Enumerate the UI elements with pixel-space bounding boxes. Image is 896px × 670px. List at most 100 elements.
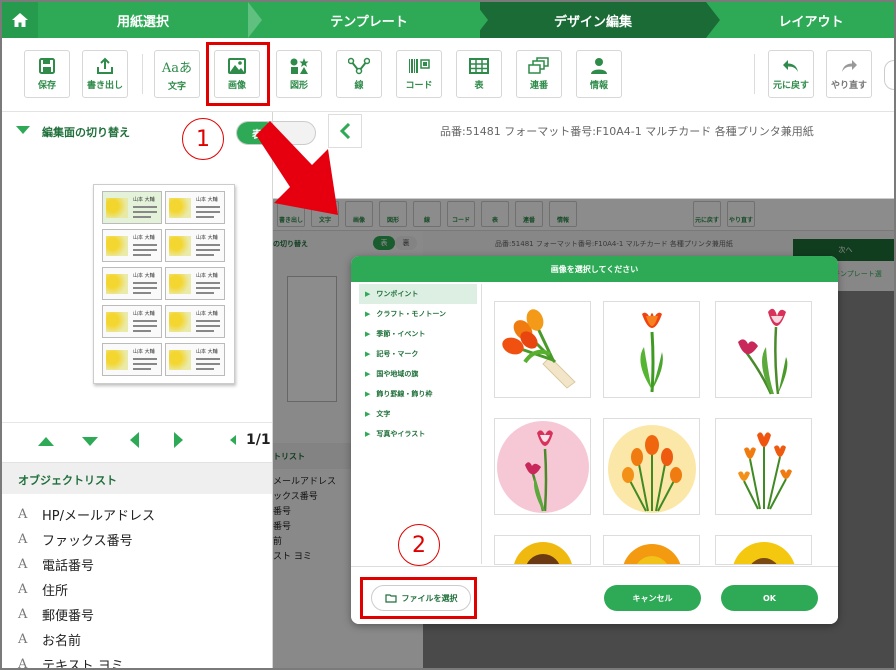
info-label: 情報 [589, 81, 608, 91]
serial-number-button[interactable]: 連番 [516, 50, 562, 98]
business-card-thumb: 山本 大輔 [165, 267, 225, 300]
card-name: 山本 大輔 [133, 235, 155, 241]
object-item-label: 電話番号 [42, 559, 95, 574]
step-template[interactable]: テンプレート [264, 2, 474, 38]
shape-button[interactable]: 図形 [276, 50, 322, 98]
save-button[interactable]: 保存 [24, 50, 70, 98]
business-card-thumb: 山本 大輔 [102, 191, 162, 224]
face-toggle-label: 編集面の切り替え [42, 126, 130, 139]
image-thumbnail-single-tulip[interactable] [603, 301, 700, 398]
line-button[interactable]: 線 [336, 50, 382, 98]
object-item[interactable]: A 住所 [2, 577, 272, 602]
export-button[interactable]: 書き出し [82, 50, 128, 98]
text-object-icon: A [18, 632, 28, 647]
home-button[interactable] [2, 2, 38, 38]
redo-button[interactable]: やり直す [826, 50, 872, 98]
category-label: 写真やイラスト [376, 430, 426, 438]
serial-number-icon [528, 57, 549, 74]
main-toolbar: 保存 書き出し Aaあ 文字 画像 図形 線 コード 表 連番 情報 元に戻す … [2, 38, 894, 112]
business-card-thumb: 山本 大輔 [102, 267, 162, 300]
page-indicator: 1/1 [246, 432, 271, 448]
sunflower-icon [623, 544, 681, 564]
object-item[interactable]: A HP/メールアドレス [2, 502, 272, 527]
image-select-dialog: 画像を選択してください ▶ ワンポイント ▶ クラフト・モノトーン ▶ 季節・イベント… [351, 256, 838, 624]
text-button[interactable]: Aaあ 文字 [154, 50, 200, 98]
image-thumbnail-bouquet[interactable] [494, 301, 591, 398]
category-item[interactable]: ▶ 国や地域の旗 [359, 364, 477, 384]
sunflower-icon [733, 542, 795, 564]
step-layout[interactable]: レイアウト [724, 2, 894, 38]
toolbar-divider [142, 54, 143, 94]
cancel-button[interactable]: キャンセル [604, 585, 701, 611]
page-thumbnail[interactable]: 山本 大輔 山本 大輔 山本 大輔 山本 大輔 山本 大輔 山本 大輔 山本 大輔 山本 大輔… [93, 184, 235, 384]
zoom-control[interactable] [884, 60, 894, 90]
image-thumbnail-sunflower-3[interactable] [715, 535, 812, 565]
business-card-thumb: 山本 大輔 [102, 229, 162, 262]
dialog-title: 画像を選択してください [351, 256, 838, 282]
screenshot-frame: 用紙選択 テンプレート デザイン編集 レイアウト 保存 書き出し Aaあ 文字 … [0, 0, 896, 670]
object-item-label: ファックス番号 [42, 534, 133, 549]
undo-icon [783, 60, 798, 72]
callout-number-2: 2 [398, 524, 440, 566]
move-down-icon[interactable] [82, 437, 98, 446]
page-prev-small-icon[interactable] [230, 435, 236, 445]
category-item[interactable]: ▶ 季節・イベント [359, 324, 477, 344]
image-thumbnail-orange-tulips[interactable] [715, 418, 812, 515]
info-button[interactable]: 情報 [576, 50, 622, 98]
card-name: 山本 大輔 [196, 197, 218, 203]
undo-button[interactable]: 元に戻す [768, 50, 814, 98]
object-item-label: HP/メールアドレス [42, 509, 155, 524]
move-up-icon[interactable] [38, 437, 54, 446]
object-item-label: お名前 [42, 634, 82, 649]
product-info: 品番:51481 フォーマット番号:F10A4-1 マルチカード 各種プリンタ兼… [440, 125, 814, 138]
prev-page-icon[interactable] [130, 432, 139, 448]
orange-tulip-icon [640, 312, 663, 393]
object-item[interactable]: A 郵便番号 [2, 602, 272, 627]
ok-button[interactable]: OK [721, 585, 818, 611]
category-item[interactable]: ▶ 写真やイラスト [359, 424, 477, 444]
category-item[interactable]: ▶ 記号・マーク [359, 344, 477, 364]
card-name: 山本 大輔 [133, 349, 155, 355]
image-thumbnail-pink-tulips[interactable] [715, 301, 812, 398]
object-item[interactable]: A お名前 [2, 627, 272, 652]
object-list-title: オブジェクトリスト [18, 474, 117, 487]
collapse-triangle-icon[interactable] [16, 126, 30, 134]
business-card-thumb: 山本 大輔 [165, 305, 225, 338]
business-card-thumb: 山本 大輔 [165, 191, 225, 224]
image-thumbnail-pink-circle-tulips[interactable] [494, 418, 591, 515]
card-name: 山本 大輔 [196, 273, 218, 279]
step-navigation: 用紙選択 テンプレート デザイン編集 レイアウト [2, 2, 894, 38]
object-item[interactable]: A テキスト ヨミ [2, 652, 272, 668]
user-icon [591, 58, 607, 74]
category-item[interactable]: ▶ ワンポイント [359, 284, 477, 304]
table-button[interactable]: 表 [456, 50, 502, 98]
step-design-edit[interactable]: デザイン編集 [480, 2, 706, 38]
save-label: 保存 [37, 81, 56, 91]
image-thumbnail-sunflower-1[interactable] [494, 535, 591, 565]
table-label: 表 [474, 81, 484, 91]
text-object-icon: A [18, 507, 28, 522]
object-list-header: オブジェクトリスト [2, 462, 272, 494]
category-label: ワンポイント [376, 290, 419, 298]
redo-icon [842, 60, 857, 72]
category-label: 季節・イベント [376, 330, 426, 338]
business-card-thumb: 山本 大輔 [102, 343, 162, 376]
category-item[interactable]: ▶ クラフト・モノトーン [359, 304, 477, 324]
object-item[interactable]: A ファックス番号 [2, 527, 272, 552]
barcode-icon [409, 59, 430, 73]
code-button[interactable]: コード [396, 50, 442, 98]
image-thumbnail-yellow-circle-tulips[interactable] [603, 418, 700, 515]
object-list: A HP/メールアドレス A ファックス番号 A 電話番号 A 住所 A 郵便番号 A お名… [2, 502, 272, 668]
pink-circle-tulip-icon [497, 421, 589, 513]
card-name: 山本 大輔 [133, 273, 155, 279]
object-item[interactable]: A 電話番号 [2, 552, 272, 577]
text-object-icon: A [18, 532, 28, 547]
category-item[interactable]: ▶ 飾り罫線・飾り枠 [359, 384, 477, 404]
category-list: ▶ ワンポイント ▶ クラフト・モノトーン ▶ 季節・イベント ▶ 記号・マーク ▶ 国や… [359, 284, 477, 444]
face-toggle-row: 編集面の切り替え 表 [2, 112, 316, 148]
step-paper-select[interactable]: 用紙選択 [38, 2, 248, 38]
category-item[interactable]: ▶ 文字 [359, 404, 477, 424]
next-page-icon[interactable] [174, 432, 183, 448]
image-thumbnail-sunflower-2[interactable] [603, 535, 700, 565]
image-button-highlight [206, 42, 270, 106]
